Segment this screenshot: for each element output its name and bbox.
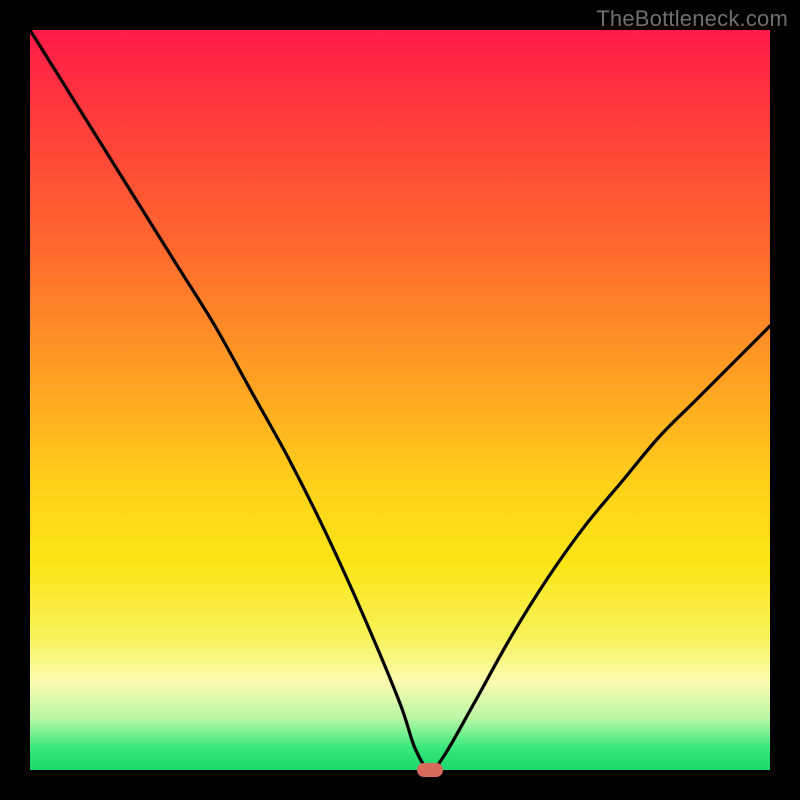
chart-frame: TheBottleneck.com [0,0,800,800]
plot-area [30,30,770,770]
bottleneck-curve [30,30,770,770]
watermark-text: TheBottleneck.com [596,6,788,32]
minimum-marker [417,763,443,777]
